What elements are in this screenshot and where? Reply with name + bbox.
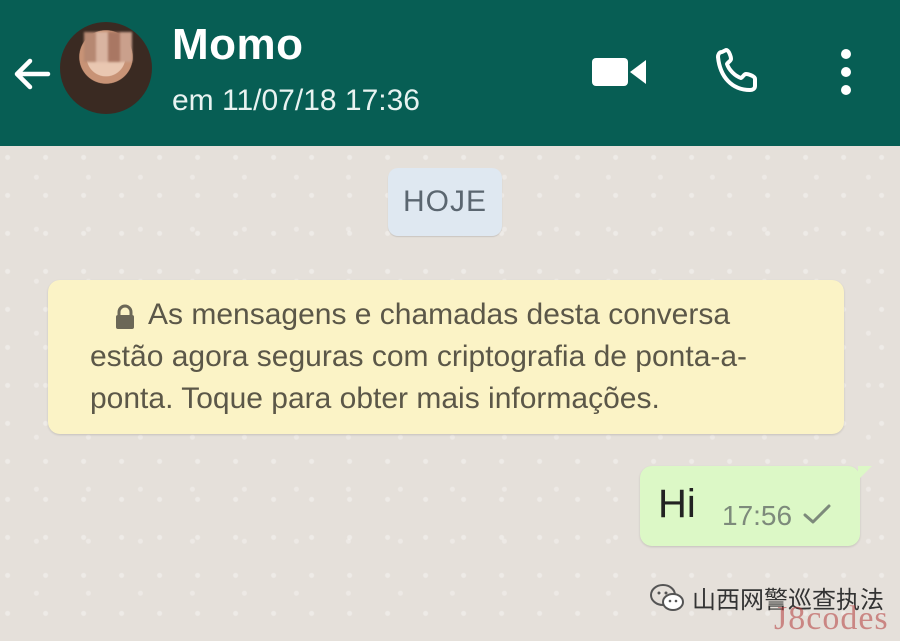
- back-arrow-icon[interactable]: [8, 50, 56, 98]
- lock-icon: [116, 304, 134, 329]
- avatar-blur: [84, 32, 132, 62]
- wechat-icon: [650, 583, 684, 611]
- video-call-icon[interactable]: [590, 52, 648, 92]
- message-text: Hi: [658, 482, 696, 526]
- message-time: 17:56: [722, 500, 793, 531]
- encryption-text-line-1: As mensagens e chamadas desta conversa: [148, 298, 730, 331]
- contact-avatar[interactable]: [60, 22, 152, 114]
- more-vert-icon[interactable]: [826, 44, 866, 100]
- encryption-text-line-2: estão agora seguras com criptografia de …: [90, 340, 748, 373]
- encryption-text-line-3: ponta. Toque para obter mais informações…: [90, 382, 660, 415]
- encryption-notice[interactable]: As mensagens e chamadas desta conversa e…: [48, 280, 844, 434]
- last-seen-status: em 11/07/18 17:36: [172, 84, 420, 117]
- chat-header: Momo em 11/07/18 17:36: [0, 0, 900, 146]
- sent-check-icon: [803, 504, 831, 524]
- phone-icon[interactable]: [712, 44, 768, 100]
- contact-name[interactable]: Momo: [172, 20, 304, 70]
- outgoing-message[interactable]: Hi 17:56: [640, 466, 872, 546]
- date-chip: HOJE: [388, 168, 502, 236]
- watermark-site: J8codes: [774, 600, 889, 637]
